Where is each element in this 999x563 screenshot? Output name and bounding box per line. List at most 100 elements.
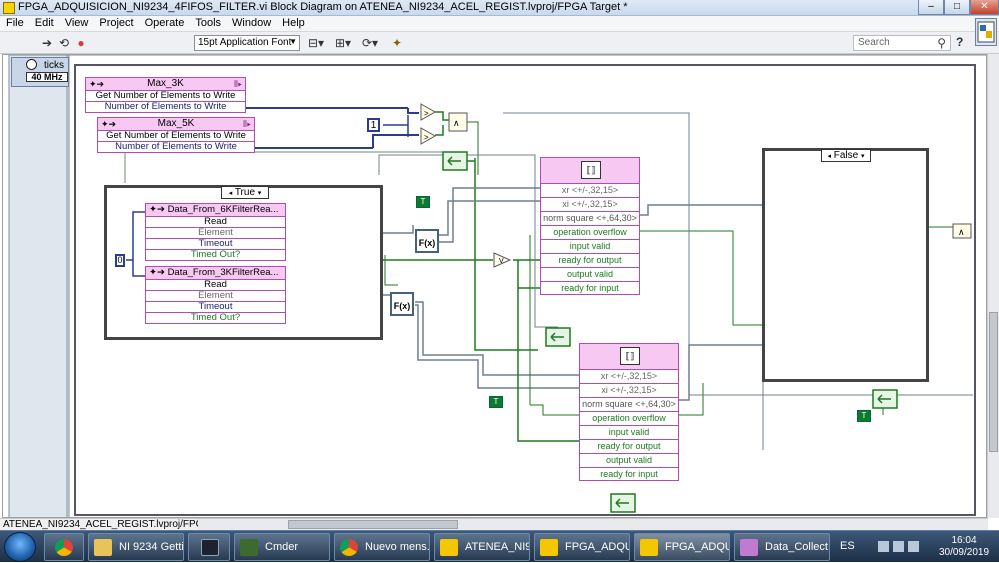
case-selector-false-label: False xyxy=(833,150,859,161)
fifo-read3k[interactable]: ✦➔ Data_From_3KFilterRea... Read Element… xyxy=(145,266,286,324)
taskbar-label: ATENEA_NI92... xyxy=(465,541,530,553)
svg-text:V: V xyxy=(499,258,504,265)
numeric-constant-one[interactable]: 1 xyxy=(367,118,380,132)
taskbar-chrome-mail[interactable]: Nuevo mens... xyxy=(334,533,430,561)
fifo-read6k[interactable]: ✦➔ Data_From_6KFilterRea... Read Element… xyxy=(145,203,286,261)
complex-math-icon: ⟦⟧ xyxy=(581,161,601,179)
fifo-glyph-icon: ⦀▸ xyxy=(233,79,242,89)
distribute-objects-icon[interactable]: ⊞▾ xyxy=(333,36,353,50)
menu-file[interactable]: File xyxy=(0,16,29,29)
taskbar-labview-vi-1[interactable]: FPGA_ADQUI... xyxy=(534,533,630,561)
labview-window: FPGA_ADQUISICION_NI9234_4FIFOS_FILTER.vi… xyxy=(0,0,999,562)
horizontal-scroll-thumb[interactable] xyxy=(288,520,458,529)
vertical-scroll-thumb[interactable] xyxy=(989,312,998,452)
complex-lower-xi: xi <+/-,32,15> xyxy=(580,384,678,398)
fifo-max3k-output: Number of Elements to Write xyxy=(104,101,227,112)
taskbar-labview-vi-2[interactable]: FPGA_ADQUI... xyxy=(634,533,730,561)
complex-lower-norm: norm square <+,64,30> xyxy=(580,398,678,412)
font-select-value: 15pt Application Font xyxy=(198,37,292,48)
tray-network-icon[interactable] xyxy=(893,541,904,552)
complex-upper-overflow: operation overflow xyxy=(541,226,639,240)
taskbar-label: FPGA_ADQUI... xyxy=(665,541,729,553)
complex-upper-xr: xr <+/-,32,15> xyxy=(541,184,639,198)
fifo-arrow-icon: ✦➔ xyxy=(149,267,168,278)
tray-volume-icon[interactable] xyxy=(908,541,919,552)
start-button[interactable] xyxy=(4,532,36,562)
vi-icon[interactable] xyxy=(975,18,997,46)
windows-taskbar: NI 9234 Getti... Cmder Nuevo mens... ATE… xyxy=(0,530,999,562)
clock-rate-label: 40 MHz xyxy=(26,72,68,82)
case-selector-false[interactable]: ◂ False ▾ xyxy=(821,149,871,162)
reorder-icon[interactable]: ⟳▾ xyxy=(360,36,380,50)
menu-help[interactable]: Help xyxy=(276,16,310,29)
boolean-true-constant-2[interactable]: T xyxy=(489,396,503,408)
folder-icon xyxy=(94,539,112,556)
menu-window[interactable]: Window xyxy=(226,16,276,29)
taskbar-cmder[interactable]: Cmder xyxy=(234,533,330,561)
menu-view[interactable]: View xyxy=(59,16,94,29)
menu-operate[interactable]: Operate xyxy=(139,16,190,29)
ticks-node[interactable]: ticks 40 MHz xyxy=(11,57,69,87)
menu-edit[interactable]: Edit xyxy=(29,16,59,29)
fifo-arrow-icon: ✦➔ xyxy=(89,79,105,89)
complex-norm-square-lower[interactable]: ⟦⟧ xr <+/-,32,15> xi <+/-,32,15> norm sq… xyxy=(579,343,679,481)
horizontal-scrollbar[interactable] xyxy=(198,518,988,530)
svg-text:>: > xyxy=(424,133,429,142)
language-indicator[interactable]: ES xyxy=(840,540,855,552)
menu-project[interactable]: Project xyxy=(93,16,138,29)
run-continuously-icon[interactable]: ⟲ xyxy=(57,36,71,50)
complex-node-header: ⟦⟧ xyxy=(541,158,639,184)
minimize-button[interactable]: – xyxy=(918,0,944,15)
complex-norm-square-upper[interactable]: ⟦⟧ xr <+/-,32,15> xi <+/-,32,15> norm sq… xyxy=(540,157,640,295)
title-bar: FPGA_ADQUISICION_NI9234_4FIFOS_FILTER.vi… xyxy=(0,0,999,16)
fifo-max3k[interactable]: ✦➔ Max_3K ⦀▸ Get Number of Elements to Wri… xyxy=(85,77,246,113)
taskbar-labview-project[interactable]: ATENEA_NI92... xyxy=(434,533,530,561)
toolbar: ➔ ⟲ ● 15pt Application Font ▼ ⊟▾ ⊞▾ ⟳▾ ✦ … xyxy=(0,32,999,54)
taskbar-explorer[interactable]: NI 9234 Getti... xyxy=(88,533,184,561)
case-structure-false[interactable]: ◂ False ▾ xyxy=(762,148,929,382)
tray-flag-icon[interactable] xyxy=(878,541,889,552)
fifo-read3k-timed-out: Timed Out? xyxy=(190,312,241,323)
fxp-to-fxp-node-1[interactable]: F(x) xyxy=(415,229,439,253)
help-icon[interactable]: ? xyxy=(956,35,963,49)
maximize-button[interactable]: □ xyxy=(944,0,970,15)
fifo-read6k-name: Data_From_6KFilterRea... xyxy=(167,204,279,215)
svg-text:∧: ∧ xyxy=(958,227,965,237)
fifo-max5k-name: Max_5K xyxy=(157,118,195,129)
complex-upper-ready-input: ready for input xyxy=(561,283,619,293)
clock[interactable]: 16:04 30/09/2019 xyxy=(934,535,994,559)
labview-icon xyxy=(540,539,558,556)
menu-tools[interactable]: Tools xyxy=(189,16,226,29)
align-objects-icon[interactable]: ⊟▾ xyxy=(306,36,326,50)
chevron-down-icon: ▾ xyxy=(861,153,865,160)
boolean-true-constant-1[interactable]: T xyxy=(416,196,430,208)
run-arrow-icon[interactable]: ➔ xyxy=(40,36,54,50)
complex-upper-norm: norm square <+,64,30> xyxy=(541,212,639,226)
block-diagram-canvas[interactable]: V > > ∧ ∧ ✦➔ Max_3K ⦀▸ Get Number of Eleme… xyxy=(2,54,987,518)
complex-lower-overflow: operation overflow xyxy=(580,412,678,426)
ticks-label: ticks xyxy=(44,60,64,71)
complex-math-icon: ⟦⟧ xyxy=(620,347,640,365)
taskbar-data-collect[interactable]: Data_Collect... xyxy=(734,533,830,561)
close-button[interactable]: ✕ xyxy=(970,0,999,15)
complex-node-header: ⟦⟧ xyxy=(580,344,678,370)
cleanup-diagram-icon[interactable]: ✦ xyxy=(388,36,406,50)
menu-bar: File Edit View Project Operate Tools Window Hel… xyxy=(0,16,999,32)
vertical-scrollbar[interactable] xyxy=(987,54,999,518)
taskbar-monitor[interactable] xyxy=(188,533,230,561)
loop-frame-left xyxy=(8,55,70,517)
boolean-true-constant-4[interactable]: T xyxy=(857,410,871,422)
svg-text:>: > xyxy=(424,109,429,118)
chevron-down-icon: ▼ xyxy=(289,37,297,46)
chevron-left-icon: ◂ xyxy=(827,153,831,160)
chrome-icon xyxy=(340,539,358,556)
search-input[interactable]: Search ⚲ xyxy=(853,35,951,51)
clock-date: 30/09/2019 xyxy=(938,547,990,558)
fifo-max5k[interactable]: ✦➔ Max_5K ⦀▸ Get Number of Elements to Wri… xyxy=(97,117,255,153)
abort-icon[interactable]: ● xyxy=(74,36,88,50)
font-select[interactable]: 15pt Application Font ▼ xyxy=(194,35,300,51)
fxp-to-fxp-node-2[interactable]: F(x) xyxy=(390,292,414,316)
complex-upper-ready-output: ready for output xyxy=(541,254,639,268)
taskbar-chrome[interactable] xyxy=(44,533,84,561)
fifo-max5k-header: ✦➔ Max_5K ⦀▸ xyxy=(98,118,254,131)
